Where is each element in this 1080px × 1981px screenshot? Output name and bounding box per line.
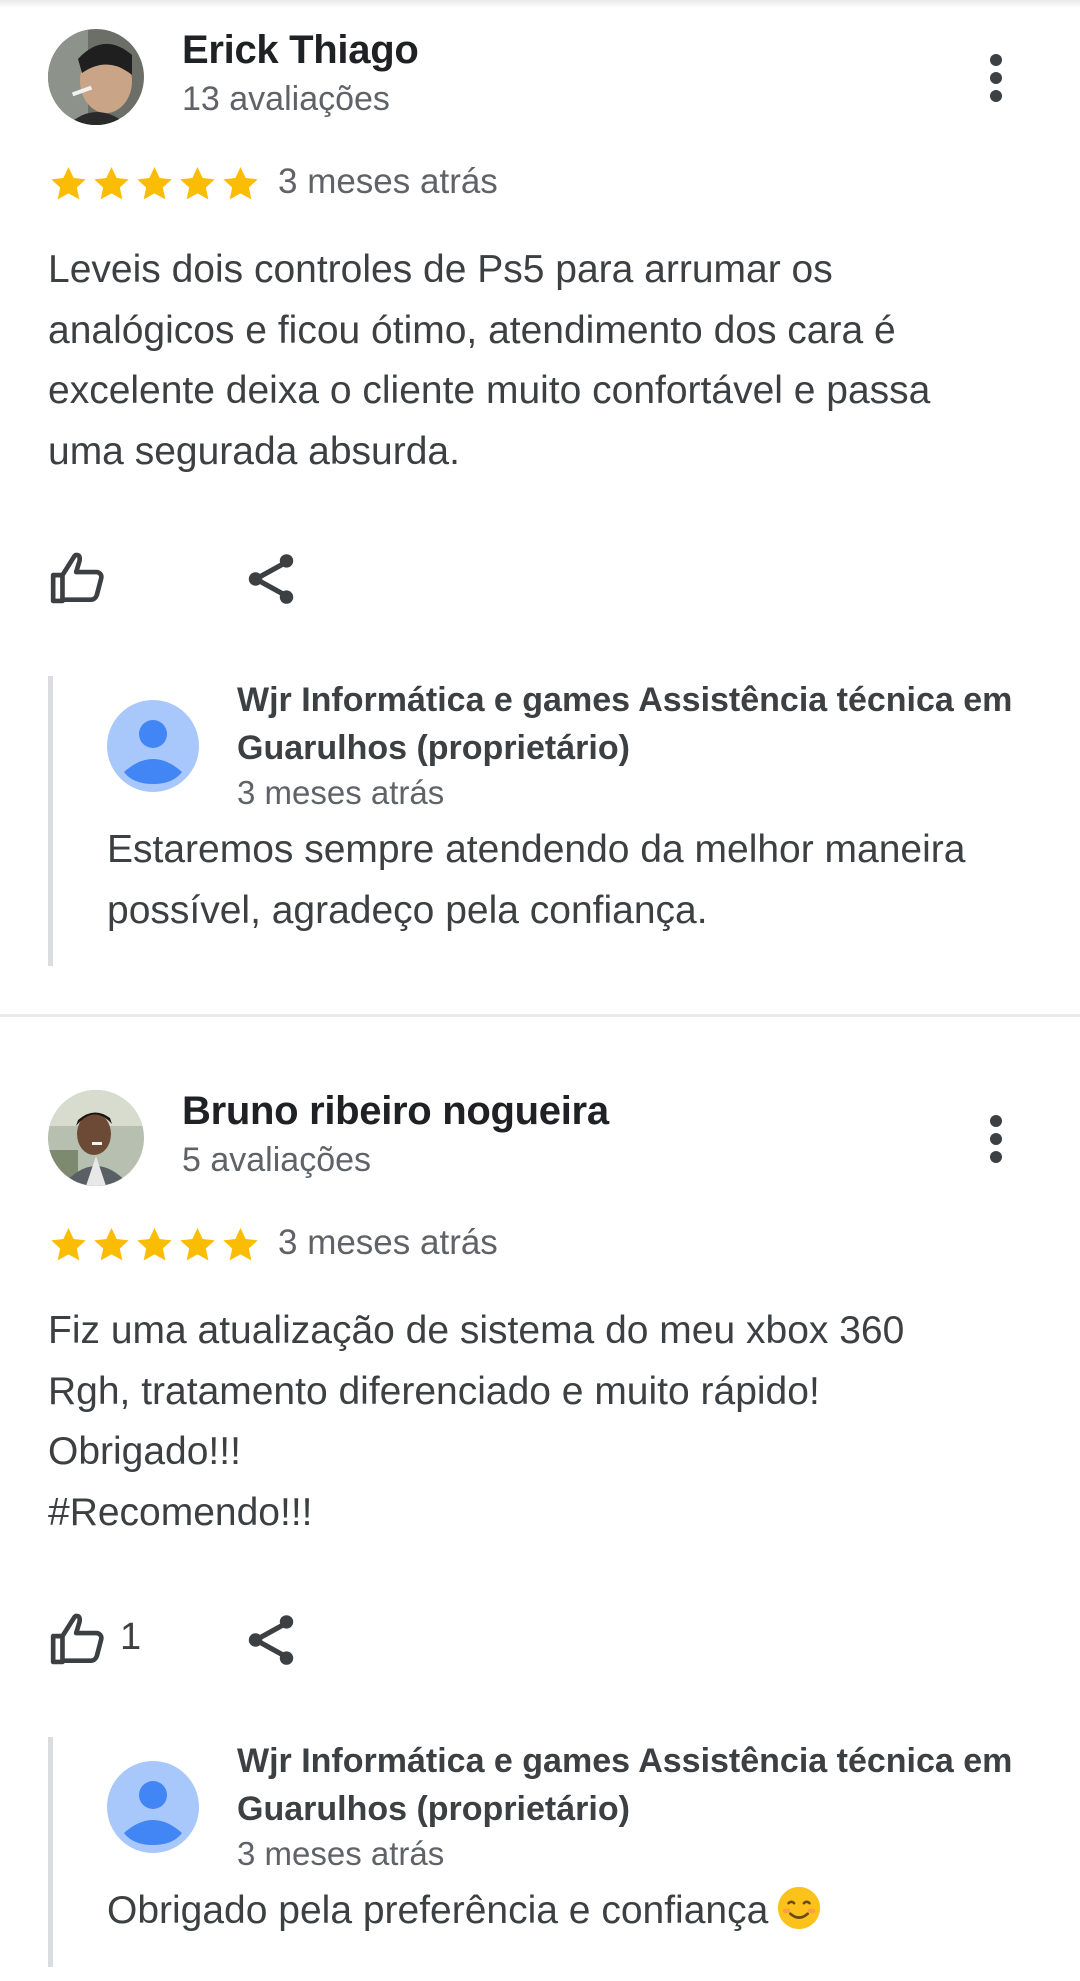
reply-text: Estaremos sempre atendendo da melhor man… [107,828,966,932]
reviewer-avatar[interactable] [48,1090,144,1186]
person-avatar-icon [107,1761,199,1853]
star-icon [137,1228,172,1261]
smiling-face-emoji [778,1886,821,1930]
more-options-button[interactable] [972,48,1020,108]
thumbs-up-icon [50,552,104,604]
reply-date: 3 meses atrás [237,1835,445,1872]
owner-name: Wjr Informática e games Assistência técn… [237,1742,1013,1828]
share-button[interactable] [240,548,302,610]
more-vert-icon [990,1115,1002,1127]
reply-date: 3 meses atrás [237,774,445,811]
like-button[interactable] [48,548,110,610]
owner-reply: Wjr Informática e games Assistência técn… [48,676,1053,966]
reviewer-avatar[interactable] [48,29,144,125]
review-text: Leveis dois controles de Ps5 para arruma… [48,248,931,473]
star-icon [223,167,258,200]
star-icon [137,167,172,200]
share-icon [248,554,294,604]
reviewer-name[interactable]: Erick Thiago [182,28,419,73]
star-icon [223,1228,258,1261]
reply-text-row: Obrigado pela preferência e confiança [107,1881,1080,1942]
reviewer-review-count: 5 avaliações [182,1141,372,1179]
star-icon [51,167,86,200]
review-card: Erick Thiago 13 avaliações 3 meses atrás… [0,0,1080,1014]
star-icon [51,1228,86,1261]
star-icon [94,167,129,200]
rating-stars [48,1225,261,1265]
star-icon [94,1228,129,1261]
like-button[interactable] [48,1609,110,1671]
review-divider [0,1014,1080,1017]
share-icon [248,1615,294,1665]
rating-stars [48,164,261,204]
thumbs-up-icon [50,1613,104,1665]
more-options-button[interactable] [972,1109,1020,1169]
person-avatar-icon [107,700,199,792]
review-date: 3 meses atrás [278,162,498,201]
star-icon [180,167,215,200]
more-vert-icon [990,54,1002,66]
reviewer-review-count: 13 avaliações [182,80,390,118]
reviewer-name[interactable]: Bruno ribeiro nogueira [182,1089,609,1134]
review-text: Fiz uma atualização de sistema do meu xb… [48,1309,905,1534]
like-count: 1 [120,1616,142,1658]
reply-text: Obrigado pela preferência e confiança [107,1889,769,1932]
owner-reply: Wjr Informática e games Assistência técn… [48,1737,1053,1967]
star-icon [180,1228,215,1261]
review-date: 3 meses atrás [278,1223,498,1262]
review-card: Bruno ribeiro nogueira 5 avaliações 3 me… [0,1061,1080,1981]
owner-name: Wjr Informática e games Assistência técn… [237,681,1013,767]
share-button[interactable] [240,1609,302,1671]
